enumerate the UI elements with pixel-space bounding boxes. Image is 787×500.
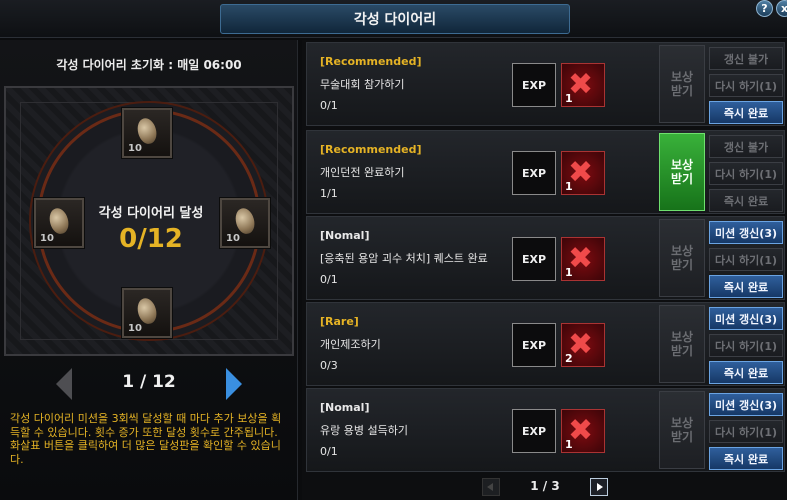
claim-reward-button[interactable]: 보상 받기: [659, 219, 705, 297]
exp-reward[interactable]: EXP: [512, 237, 556, 281]
item-reward-icon[interactable]: ✖ 1: [561, 237, 605, 281]
board-page-count: 1 / 12: [122, 372, 176, 392]
mission-grade: [Nomal]: [320, 229, 370, 242]
mission-list-pager: 1 / 3: [302, 476, 787, 500]
retry-button[interactable]: 다시 하기(1): [709, 162, 783, 185]
mission-grade: [Rare]: [320, 315, 359, 328]
mission-grade: [Recommended]: [320, 143, 422, 156]
title-bar: 각성 다이어리 ? x: [0, 0, 787, 38]
mission-row: [Recommended] 개인던전 완료하기 1/1 EXP ✖ 1 보상 받기…: [306, 130, 785, 214]
reward-slot-right[interactable]: 10: [219, 197, 271, 249]
retry-button[interactable]: 다시 하기(1): [709, 248, 783, 271]
mission-progress: 1/1: [320, 187, 338, 200]
retry-button[interactable]: 다시 하기(1): [709, 420, 783, 443]
reward-slot-left[interactable]: 10: [33, 197, 85, 249]
claim-reward-button[interactable]: 보상 받기: [659, 391, 705, 469]
board-pager: 1 / 12: [0, 362, 298, 404]
board-description: 각성 다이어리 미션을 3회씩 달성할 때 마다 추가 보상을 획득할 수 있습…: [10, 412, 282, 466]
exp-reward[interactable]: EXP: [512, 63, 556, 107]
mission-row: [Nomal] [응축된 용암 괴수 처치] 퀘스트 완료 0/1 EXP ✖ …: [306, 216, 785, 300]
mission-progress: 0/1: [320, 273, 338, 286]
retry-button[interactable]: 다시 하기(1): [709, 334, 783, 357]
mission-name: 개인던전 완료하기: [320, 166, 405, 179]
help-icon[interactable]: ?: [756, 0, 773, 17]
item-reward-icon[interactable]: ✖ 1: [561, 409, 605, 453]
claim-reward-button[interactable]: 보상 받기: [659, 45, 705, 123]
retry-button[interactable]: 다시 하기(1): [709, 74, 783, 97]
refresh-mission-button[interactable]: 미션 갱신(3): [709, 307, 783, 330]
egg-icon: [134, 296, 160, 326]
refresh-mission-button[interactable]: 미션 갱신(3): [709, 221, 783, 244]
mission-name: [응축된 용암 괴수 처치] 퀘스트 완료: [320, 252, 488, 265]
instant-complete-button[interactable]: 즉시 완료: [709, 189, 783, 212]
next-page-arrow-icon[interactable]: [590, 478, 608, 496]
mission-progress: 0/3: [320, 359, 338, 372]
claim-reward-button[interactable]: 보상 받기: [659, 305, 705, 383]
egg-icon: [46, 206, 72, 236]
reset-time-label: 각성 다이어리 초기화 : 매일 06:00: [56, 58, 242, 72]
egg-icon: [134, 116, 160, 146]
mission-name: 개인제조하기: [320, 338, 381, 351]
diary-board: 각성 다이어리 달성 0/12 10 10 10 10: [4, 86, 294, 356]
mission-page-count: 1 / 3: [530, 479, 560, 493]
mission-name: 무술대회 참가하기: [320, 78, 405, 91]
exp-reward[interactable]: EXP: [512, 323, 556, 367]
mission-progress: 0/1: [320, 99, 338, 112]
exp-reward[interactable]: EXP: [512, 151, 556, 195]
mission-grade: [Recommended]: [320, 55, 422, 68]
window-title: 각성 다이어리: [220, 4, 570, 34]
refresh-mission-button[interactable]: 갱신 불가: [709, 135, 783, 158]
next-board-arrow-icon[interactable]: [226, 368, 242, 400]
mission-row: [Nomal] 유랑 용병 설득하기 0/1 EXP ✖ 1 보상 받기 미션 갱…: [306, 388, 785, 472]
refresh-mission-button[interactable]: 갱신 불가: [709, 47, 783, 70]
exp-reward[interactable]: EXP: [512, 409, 556, 453]
item-reward-icon[interactable]: ✖ 1: [561, 63, 605, 107]
diary-board-panel: 각성 다이어리 초기화 : 매일 06:00 각성 다이어리 달성 0/12 1…: [0, 40, 298, 500]
instant-complete-button[interactable]: 즉시 완료: [709, 275, 783, 298]
mission-row: [Rare] 개인제조하기 0/3 EXP ✖ 2 보상 받기 미션 갱신(3) …: [306, 302, 785, 386]
mission-list: [Recommended] 무술대회 참가하기 0/1 EXP ✖ 1 보상 받기…: [302, 40, 787, 500]
item-reward-icon[interactable]: ✖ 1: [561, 151, 605, 195]
reward-slot-bottom[interactable]: 10: [121, 287, 173, 339]
mission-name: 유랑 용병 설득하기: [320, 424, 408, 437]
reward-slot-top[interactable]: 10: [121, 107, 173, 159]
instant-complete-button[interactable]: 즉시 완료: [709, 447, 783, 470]
item-reward-icon[interactable]: ✖ 2: [561, 323, 605, 367]
refresh-mission-button[interactable]: 미션 갱신(3): [709, 393, 783, 416]
claim-reward-button[interactable]: 보상 받기: [659, 133, 705, 211]
prev-page-arrow-icon[interactable]: [482, 478, 500, 496]
instant-complete-button[interactable]: 즉시 완료: [709, 101, 783, 124]
egg-icon: [232, 206, 258, 236]
mission-progress: 0/1: [320, 445, 338, 458]
mission-row: [Recommended] 무술대회 참가하기 0/1 EXP ✖ 1 보상 받기…: [306, 42, 785, 126]
close-icon[interactable]: x: [776, 0, 787, 17]
instant-complete-button[interactable]: 즉시 완료: [709, 361, 783, 384]
mission-grade: [Nomal]: [320, 401, 370, 414]
